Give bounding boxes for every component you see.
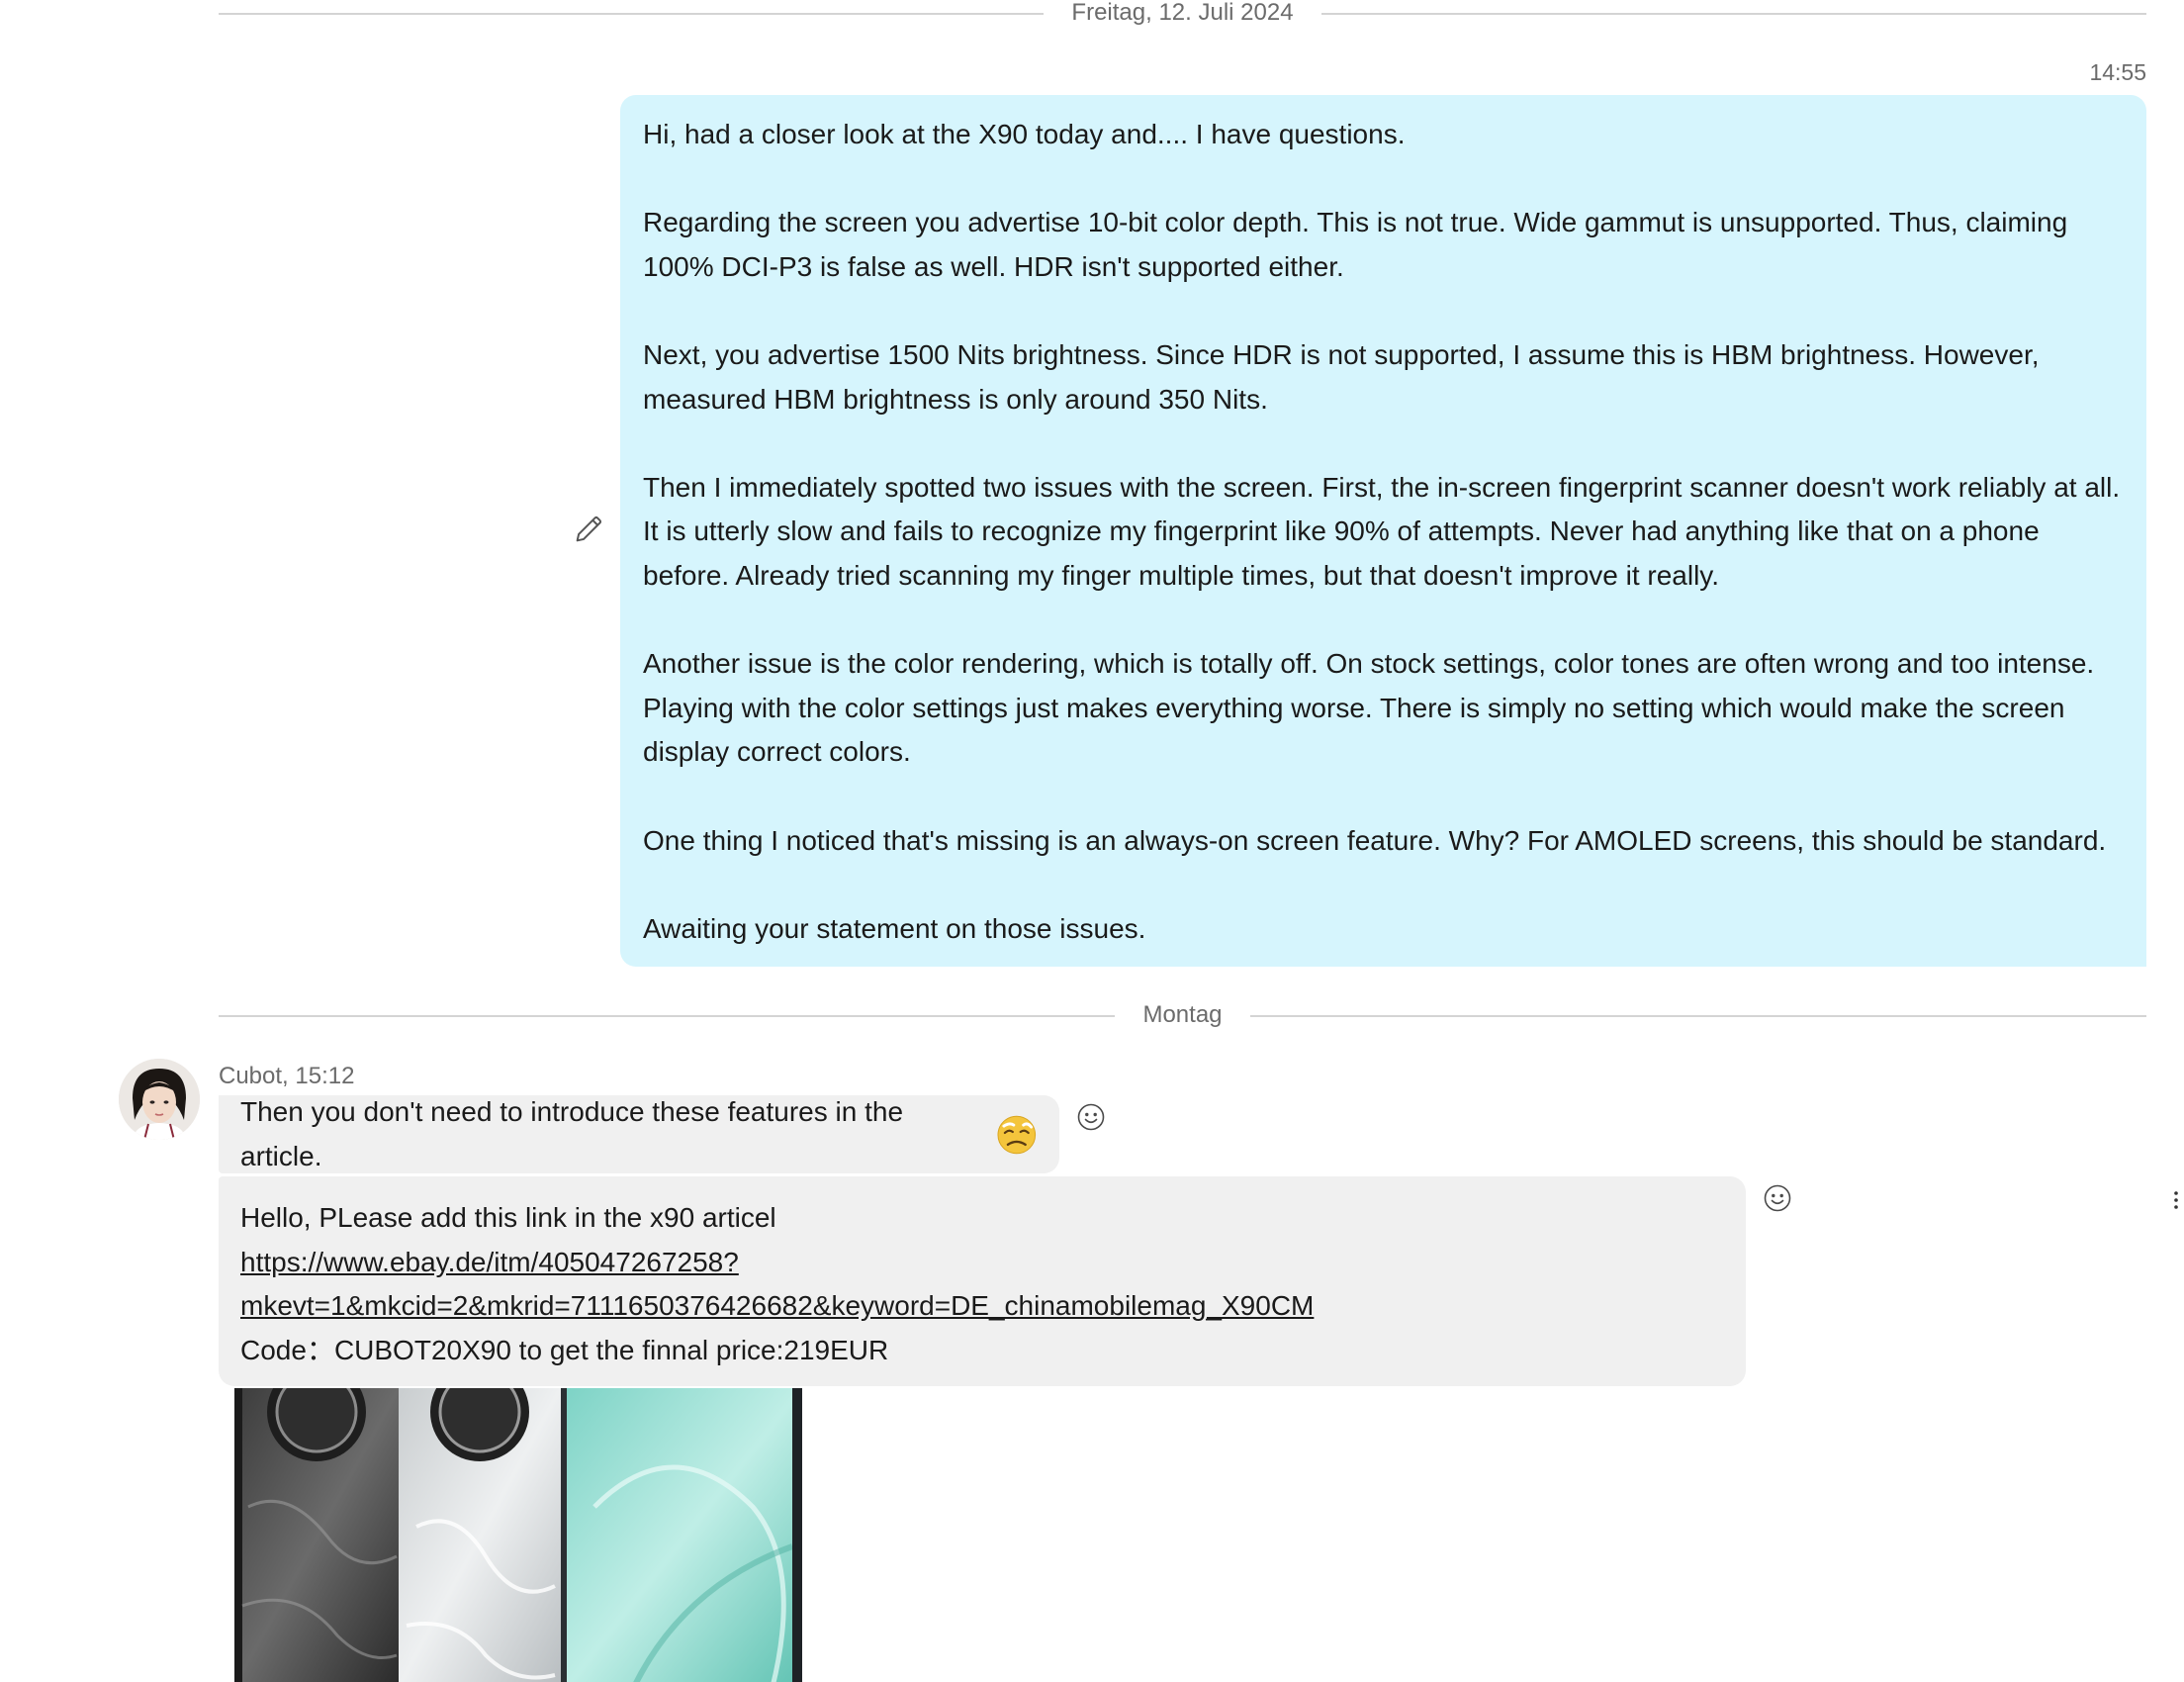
smiley-icon[interactable] bbox=[1076, 1102, 1106, 1132]
message-text: Then you don't need to introduce these f… bbox=[240, 1095, 904, 1171]
message-link[interactable]: mkevt=1&mkcid=2&mkrid=7111650376426682&k… bbox=[240, 1290, 1314, 1321]
date-separator-label: Montag bbox=[1115, 1001, 1250, 1028]
message-paragraph: Then I immediately spotted two issues wi… bbox=[643, 471, 2121, 591]
message-paragraph: Next, you advertise 1500 Nits brightness… bbox=[643, 338, 2040, 415]
incoming-message-bubble[interactable]: Hello, PLease add this link in the x90 a… bbox=[219, 1176, 1746, 1386]
pencil-icon[interactable] bbox=[572, 513, 605, 546]
message-paragraph: Hi, had a closer look at the X90 today a… bbox=[643, 119, 1406, 149]
message-paragraph: One thing I noticed that's missing is an… bbox=[643, 824, 2107, 856]
tired-face-emoji bbox=[997, 1115, 1037, 1154]
date-separator: Montag bbox=[219, 998, 2146, 1032]
chat-view: Freitag, 12. Juli 2024 14:55 Hi, had a c… bbox=[0, 0, 2184, 1682]
message-link[interactable]: https://www.ebay.de/itm/405047267258? bbox=[240, 1247, 739, 1277]
smiley-icon[interactable] bbox=[1763, 1183, 1792, 1213]
message-paragraph: Awaiting your statement on those issues. bbox=[643, 912, 1146, 944]
more-vertical-icon[interactable] bbox=[2172, 1189, 2180, 1211]
message-paragraph: Regarding the screen you advertise 10-bi… bbox=[643, 207, 2068, 282]
date-separator: Freitag, 12. Juli 2024 bbox=[219, 0, 2146, 30]
image-attachment[interactable] bbox=[219, 1388, 822, 1682]
outgoing-message-bubble[interactable]: Hi, had a closer look at the X90 today a… bbox=[620, 95, 2146, 967]
incoming-message-bubble[interactable]: Then you don't need to introduce these f… bbox=[219, 1095, 1059, 1173]
sender-name-time: Cubot, 15:12 bbox=[219, 1063, 355, 1089]
date-separator-label: Freitag, 12. Juli 2024 bbox=[1044, 0, 1321, 26]
avatar[interactable] bbox=[119, 1059, 200, 1140]
message-text: Hello, PLease add this link in the x90 a… bbox=[240, 1202, 776, 1233]
message-paragraph: Another issue is the color rendering, wh… bbox=[643, 648, 2095, 768]
message-text: Code：CUBOT20X90 to get the finnal price:… bbox=[240, 1334, 889, 1365]
message-timestamp: 14:55 bbox=[2089, 59, 2146, 85]
